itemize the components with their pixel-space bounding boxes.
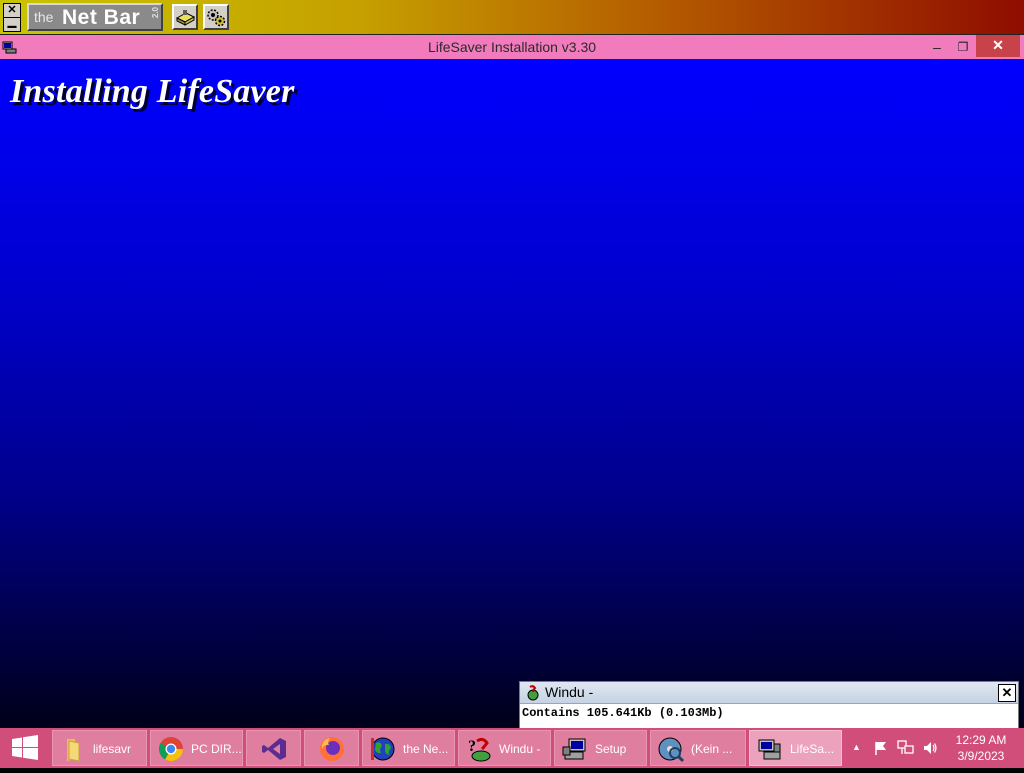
clock-date[interactable]: 3/9/2023 [948,749,1014,763]
taskbar-item-label: lifesavr [93,742,132,756]
taskbar: lifesavr PC DIR... the Ne... ? Windu - S… [0,728,1024,768]
netbar-logo: the Net Bar 2.0 [27,3,163,31]
network-icon[interactable] [897,740,915,756]
start-button[interactable] [0,728,50,768]
netbar-settings-button[interactable] [203,4,229,30]
windu-status-window: Windu - ✕ Contains 105.641Kb (0.103Mb) [519,681,1019,731]
netbar-logo-name: Net Bar [62,6,141,29]
taskbar-item-lifesaver[interactable]: LifeSa... [749,730,842,766]
volume-icon[interactable] [922,740,938,756]
windu-app-icon [527,685,539,701]
windu-close-button[interactable]: ✕ [998,684,1016,702]
netbar-minimize-button[interactable]: ▁ [3,17,21,32]
window-title: LifeSaver Installation v3.30 [427,39,597,55]
install-heading: Installing LifeSaver [10,73,295,110]
taskbar-item-label: (Kein ... [691,742,733,756]
taskbar-item-label: the Ne... [403,742,449,756]
maximize-button[interactable]: ❐ [952,35,974,59]
windu-message: Contains 105.641Kb (0.103Mb) [522,706,724,720]
taskbar-item-kein[interactable]: (Kein ... [650,730,746,766]
taskbar-item-label: LifeSa... [790,742,835,756]
chrome-icon [158,737,183,762]
disk-drive-icon [175,10,196,26]
netbar-drive-button[interactable] [172,4,198,30]
gears-icon [207,9,226,27]
setup-computer-icon [562,738,586,760]
netbar-logo-version: 2.0 [151,7,160,19]
taskbar-item-label: Windu - [499,742,541,756]
flag-icon[interactable] [873,740,889,756]
netbar-logo-the: the [34,9,54,25]
minimize-button[interactable]: – [926,35,948,59]
windu-caption: Windu - [545,684,594,700]
cd-search-icon [658,737,685,763]
taskbar-item-label: PC DIR... [191,742,242,756]
windows-logo-icon [12,735,38,760]
taskbar-item-visual-studio[interactable] [246,730,301,766]
help-icon: ? [468,737,491,762]
firefox-icon [320,737,344,761]
taskbar-item-lifesavr[interactable]: lifesavr [52,730,147,766]
installer-title-bar[interactable]: LifeSaver Installation v3.30 – ❐ ✕ [0,35,1024,59]
close-button[interactable]: ✕ [976,35,1020,57]
clock-time[interactable]: 12:29 AM [948,733,1014,747]
taskbar-item-setup[interactable]: Setup [554,730,647,766]
svg-text:?: ? [468,738,476,755]
installer-background: Installing LifeSaver [0,59,1024,728]
taskbar-item-firefox[interactable] [304,730,359,766]
windu-title-bar[interactable]: Windu - ✕ [520,682,1018,704]
visual-studio-icon [262,738,286,760]
net-bar: ✕ ▁ the Net Bar 2.0 [0,0,1024,35]
show-hidden-icons-button[interactable]: ▲ [852,742,861,752]
taskbar-item-windu[interactable]: ? Windu - [458,730,551,766]
globe-icon [371,737,395,761]
taskbar-item-netbar[interactable]: the Ne... [362,730,455,766]
folder-icon [67,739,80,762]
taskbar-item-chrome[interactable]: PC DIR... [150,730,243,766]
taskbar-item-label: Setup [595,742,627,756]
installer-icon [758,739,781,760]
